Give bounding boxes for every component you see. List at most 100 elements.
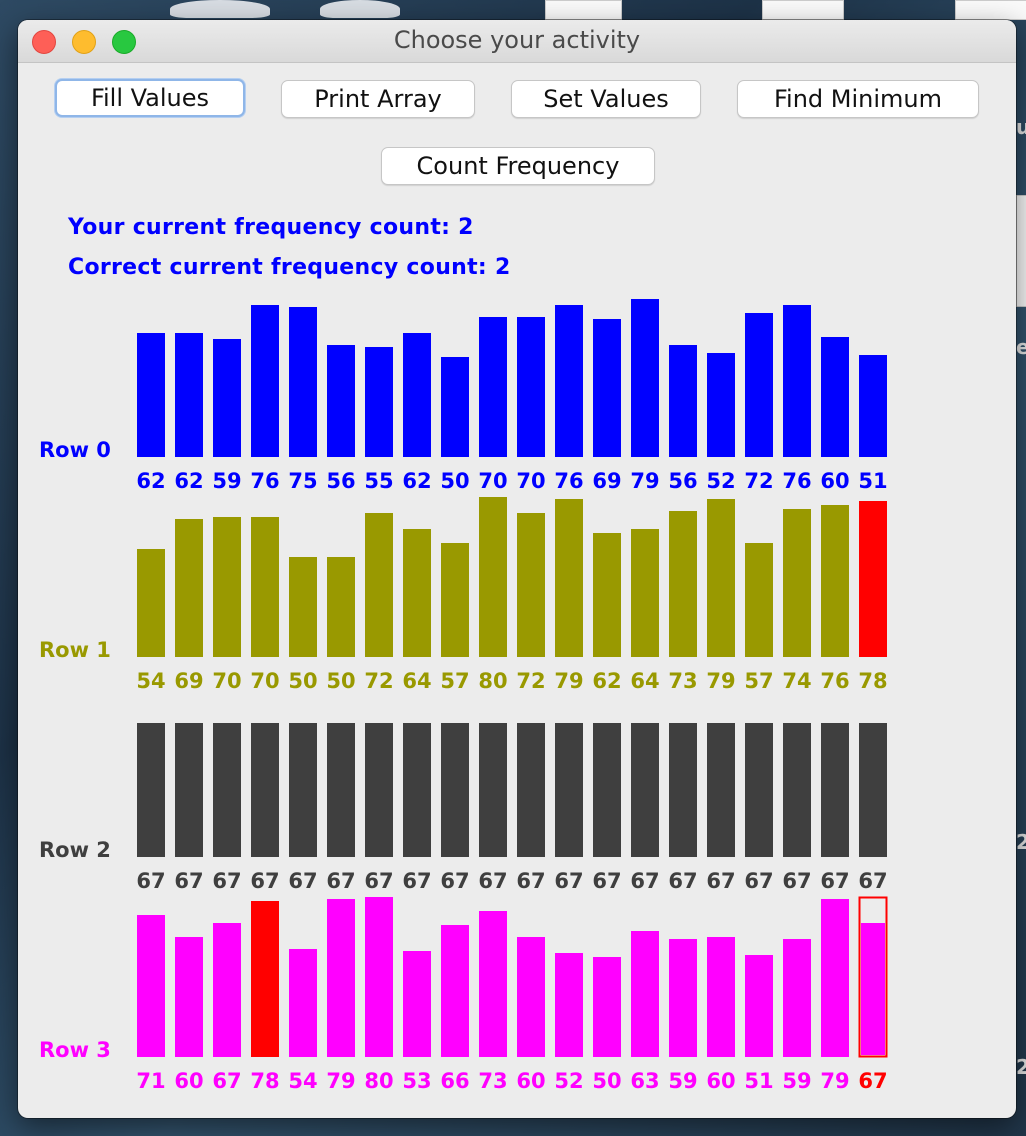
bar-value-label: 67 — [212, 869, 241, 893]
bar-value-label: 50 — [288, 669, 317, 693]
desktop-edge-glyph: u — [1016, 115, 1026, 139]
bar-value-label: 67 — [516, 869, 545, 893]
bar-value-label: 67 — [820, 869, 849, 893]
bar-value-label: 79 — [820, 1069, 849, 1093]
desktop-file-thumbnail — [762, 0, 844, 20]
bar-value-label: 70 — [250, 669, 279, 693]
bar-value-label: 56 — [668, 469, 697, 493]
bar — [479, 723, 507, 857]
bar — [327, 345, 355, 457]
bar-value-label: 50 — [440, 469, 469, 493]
bar — [707, 937, 735, 1057]
bar-value-label: 79 — [554, 669, 583, 693]
bar — [137, 333, 165, 457]
desktop-shape — [170, 0, 270, 18]
bar-value-label: 54 — [288, 1069, 317, 1093]
bar-value-label: 62 — [402, 469, 431, 493]
bar — [365, 897, 393, 1057]
row-label: Row 0 — [39, 438, 111, 462]
bar — [479, 911, 507, 1057]
bar — [213, 923, 241, 1057]
bar — [213, 723, 241, 857]
bar-value-label: 50 — [592, 1069, 621, 1093]
bar-value-label: 59 — [782, 1069, 811, 1093]
bar-value-label: 67 — [744, 869, 773, 893]
bar-value-label: 62 — [592, 669, 621, 693]
bar-value-label: 67 — [136, 869, 165, 893]
bar-value-label: 67 — [250, 869, 279, 893]
bar — [555, 723, 583, 857]
bar-value-label: 54 — [136, 669, 165, 693]
bar-value-label: 71 — [136, 1069, 165, 1093]
bar-value-label: 80 — [364, 1069, 393, 1093]
bar — [289, 949, 317, 1057]
bar-value-label: 64 — [402, 669, 431, 693]
bar — [289, 723, 317, 857]
bar — [175, 333, 203, 457]
bar-value-label: 76 — [250, 469, 279, 493]
bar — [745, 543, 773, 657]
bar-value-label: 76 — [820, 669, 849, 693]
bar-value-label: 79 — [630, 469, 659, 493]
bar — [859, 501, 887, 657]
bar-value-label: 52 — [706, 469, 735, 493]
bar — [213, 339, 241, 457]
bar — [669, 511, 697, 657]
bar — [403, 723, 431, 857]
bar — [365, 513, 393, 657]
bar — [175, 519, 203, 657]
bar — [555, 953, 583, 1057]
bar — [251, 901, 279, 1057]
bar — [137, 549, 165, 657]
bar — [821, 899, 849, 1057]
bar-value-label: 72 — [744, 469, 773, 493]
bar-value-label: 67 — [858, 869, 887, 893]
bar-value-label: 51 — [858, 469, 887, 493]
bar — [289, 307, 317, 457]
bar — [441, 723, 469, 857]
bar-value-label: 67 — [782, 869, 811, 893]
bar — [859, 355, 887, 457]
bar — [669, 723, 697, 857]
bar-value-label: 78 — [858, 669, 887, 693]
row-label: Row 1 — [39, 638, 111, 662]
bar — [441, 543, 469, 657]
bar — [593, 723, 621, 857]
bar-value-label: 57 — [440, 669, 469, 693]
bar — [555, 305, 583, 457]
bar-value-label: 72 — [364, 669, 393, 693]
bar — [821, 337, 849, 457]
bar — [707, 723, 735, 857]
bar — [745, 313, 773, 457]
bar — [859, 723, 887, 857]
bar — [251, 723, 279, 857]
desktop-edge-glyph: e — [1016, 335, 1026, 359]
bar — [403, 951, 431, 1057]
desktop-edge-glyph: 2 — [1016, 1055, 1026, 1079]
bar-value-label: 59 — [668, 1069, 697, 1093]
bar-value-label: 55 — [364, 469, 393, 493]
bar — [669, 939, 697, 1057]
bar — [745, 955, 773, 1057]
bar-value-label: 70 — [478, 469, 507, 493]
bar-value-label: 67 — [440, 869, 469, 893]
bar-value-label: 69 — [592, 469, 621, 493]
bar-value-label: 67 — [326, 869, 355, 893]
bar — [479, 317, 507, 457]
bar — [403, 529, 431, 657]
bar-value-label: 60 — [706, 1069, 735, 1093]
bar — [175, 723, 203, 857]
bar — [137, 915, 165, 1057]
bar — [669, 345, 697, 457]
bar-value-label: 67 — [478, 869, 507, 893]
bar-value-label: 59 — [212, 469, 241, 493]
bar — [137, 723, 165, 857]
bar — [213, 517, 241, 657]
bar-value-label: 66 — [440, 1069, 469, 1093]
bar-value-label: 73 — [668, 669, 697, 693]
row-label: Row 3 — [39, 1038, 111, 1062]
bar — [479, 497, 507, 657]
bar — [441, 925, 469, 1057]
bar — [745, 723, 773, 857]
array-bar-chart: Row 0 62 62 59 76 75 56 55 62 50 70 70 76 69 79 56 52 72 7… — [39, 299, 888, 1093]
